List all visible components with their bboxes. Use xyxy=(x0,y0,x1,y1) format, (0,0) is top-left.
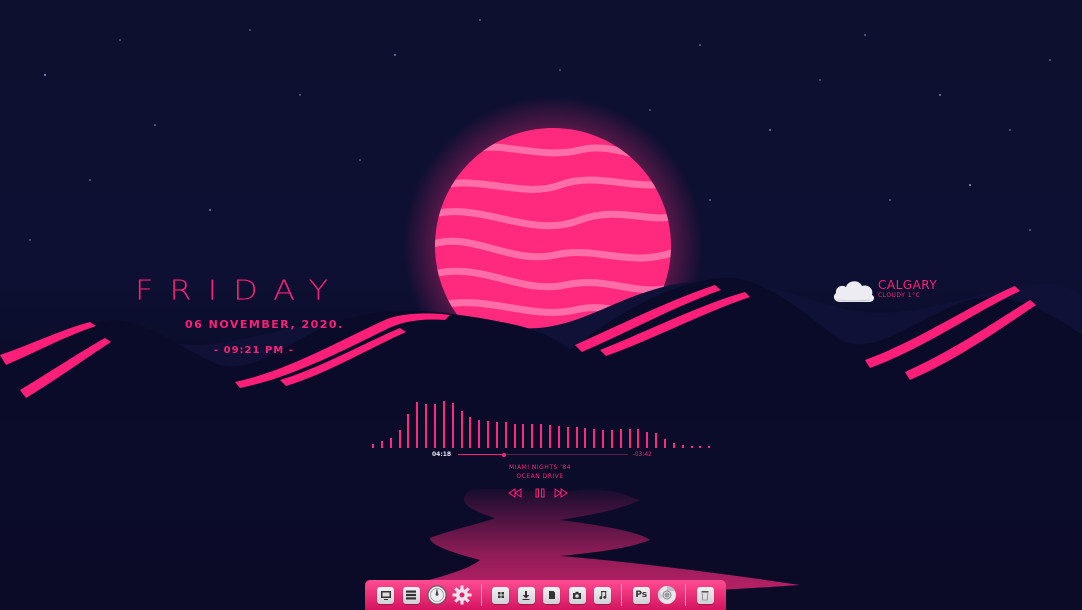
grid-icon xyxy=(492,586,510,604)
spectrum-bar xyxy=(372,443,374,448)
spectrum-bar xyxy=(681,444,684,448)
list-icon xyxy=(402,586,420,604)
progress-knob[interactable] xyxy=(501,452,506,457)
spectrum-bar xyxy=(469,416,472,448)
weather-condition: CLOUDY 1°C xyxy=(878,292,921,299)
dock-item-list[interactable] xyxy=(401,584,423,606)
cloud-icon xyxy=(833,281,875,302)
dock-separator xyxy=(481,584,482,606)
spectrum-bar xyxy=(478,419,481,448)
dock-item-photoshop[interactable]: Ps xyxy=(630,584,652,606)
spectrum-bar xyxy=(548,425,551,448)
spectrum-bar xyxy=(389,437,392,448)
spectrum-bar xyxy=(460,410,463,448)
spectrum-bar xyxy=(628,429,631,448)
trash-icon xyxy=(696,586,714,604)
download-icon xyxy=(517,586,535,604)
spectrum-bar xyxy=(513,424,516,448)
spectrum-bar xyxy=(610,430,613,448)
photoshop-label: Ps xyxy=(635,590,648,600)
spectrum-bar xyxy=(708,445,711,448)
chrome-icon xyxy=(657,586,676,604)
spectrum-bar xyxy=(540,424,543,448)
spectrum-bar xyxy=(531,424,534,448)
spectrum-bar xyxy=(699,445,702,448)
audio-visualizer xyxy=(370,396,715,448)
photoshop-icon: Ps xyxy=(632,586,650,604)
spectrum-bar xyxy=(433,404,436,448)
spectrum-bar xyxy=(646,432,649,448)
progress-fill xyxy=(458,454,504,455)
dock: Ps xyxy=(365,580,726,610)
dock-item-music[interactable] xyxy=(592,584,614,606)
spectrum-bar xyxy=(575,427,578,448)
spectrum-bar xyxy=(593,429,596,448)
remaining-time: -03:42 xyxy=(632,451,652,458)
rewind-icon xyxy=(508,488,522,498)
rewind-button[interactable] xyxy=(508,488,522,498)
dock-item-downloads[interactable] xyxy=(515,584,537,606)
spectrum-bar xyxy=(637,429,640,448)
spectrum-bar xyxy=(557,426,560,448)
spectrum-bar xyxy=(380,440,383,448)
elapsed-time: 04:18 xyxy=(432,451,452,458)
spectrum-bar xyxy=(522,424,525,448)
spectrum-bar xyxy=(690,445,693,448)
spectrum-bar xyxy=(619,429,622,448)
dock-separator xyxy=(621,584,623,606)
pause-icon xyxy=(535,488,545,498)
spectrum-bar xyxy=(442,401,445,448)
spectrum-bar xyxy=(487,421,489,448)
pause-button[interactable] xyxy=(533,488,547,498)
dock-item-chrome[interactable] xyxy=(656,584,678,606)
dock-separator xyxy=(685,584,687,606)
spectrum-bar xyxy=(672,442,675,448)
document-icon xyxy=(543,586,561,604)
dock-item-settings[interactable] xyxy=(452,584,474,606)
desktop: FRIDAY 06 NOVEMBER, 2020. - 09:21 PM - C… xyxy=(0,0,1082,610)
song-artist: OCEAN DRIVE xyxy=(516,473,564,480)
date-label: 06 NOVEMBER, 2020. xyxy=(185,318,344,331)
progress-bar[interactable] xyxy=(458,452,628,457)
spectrum-bar xyxy=(584,428,587,448)
spectrum-bar xyxy=(602,430,604,448)
dock-item-compass[interactable] xyxy=(426,584,448,606)
gear-icon xyxy=(452,585,472,605)
music-icon xyxy=(594,586,612,604)
spectrum-bar xyxy=(663,438,666,448)
dock-item-pictures[interactable] xyxy=(566,584,588,606)
song-title: MIAMI NIGHTS '84 xyxy=(509,464,571,471)
spectrum-bar xyxy=(425,404,428,448)
time-label: - 09:21 PM - xyxy=(214,345,294,356)
weather-widget: CALGARY CLOUDY 1°C xyxy=(832,276,962,306)
spectrum-bar xyxy=(398,430,401,448)
spectrum-bar xyxy=(655,433,658,448)
dock-item-apps[interactable] xyxy=(490,584,512,606)
spectrum-bar xyxy=(495,422,498,448)
dock-item-screen[interactable] xyxy=(375,584,397,606)
day-title: FRIDAY xyxy=(135,274,345,307)
spectrum-bar xyxy=(416,402,419,448)
fast-forward-icon xyxy=(554,488,568,498)
spectrum-bar xyxy=(504,422,507,448)
spectrum-bar xyxy=(566,427,569,448)
screen-icon xyxy=(377,586,395,604)
compass-icon xyxy=(427,585,447,605)
fast-forward-button[interactable] xyxy=(554,488,568,498)
music-player: 04:18 -03:42 MIAMI NIGHTS '84 OCEAN DRIV… xyxy=(420,448,660,508)
spectrum-bar xyxy=(407,413,410,448)
dock-item-trash[interactable] xyxy=(694,584,716,606)
weather-city: CALGARY xyxy=(878,278,938,292)
dock-item-documents[interactable] xyxy=(541,584,563,606)
camera-icon xyxy=(568,586,586,604)
spectrum-bar xyxy=(451,403,454,448)
